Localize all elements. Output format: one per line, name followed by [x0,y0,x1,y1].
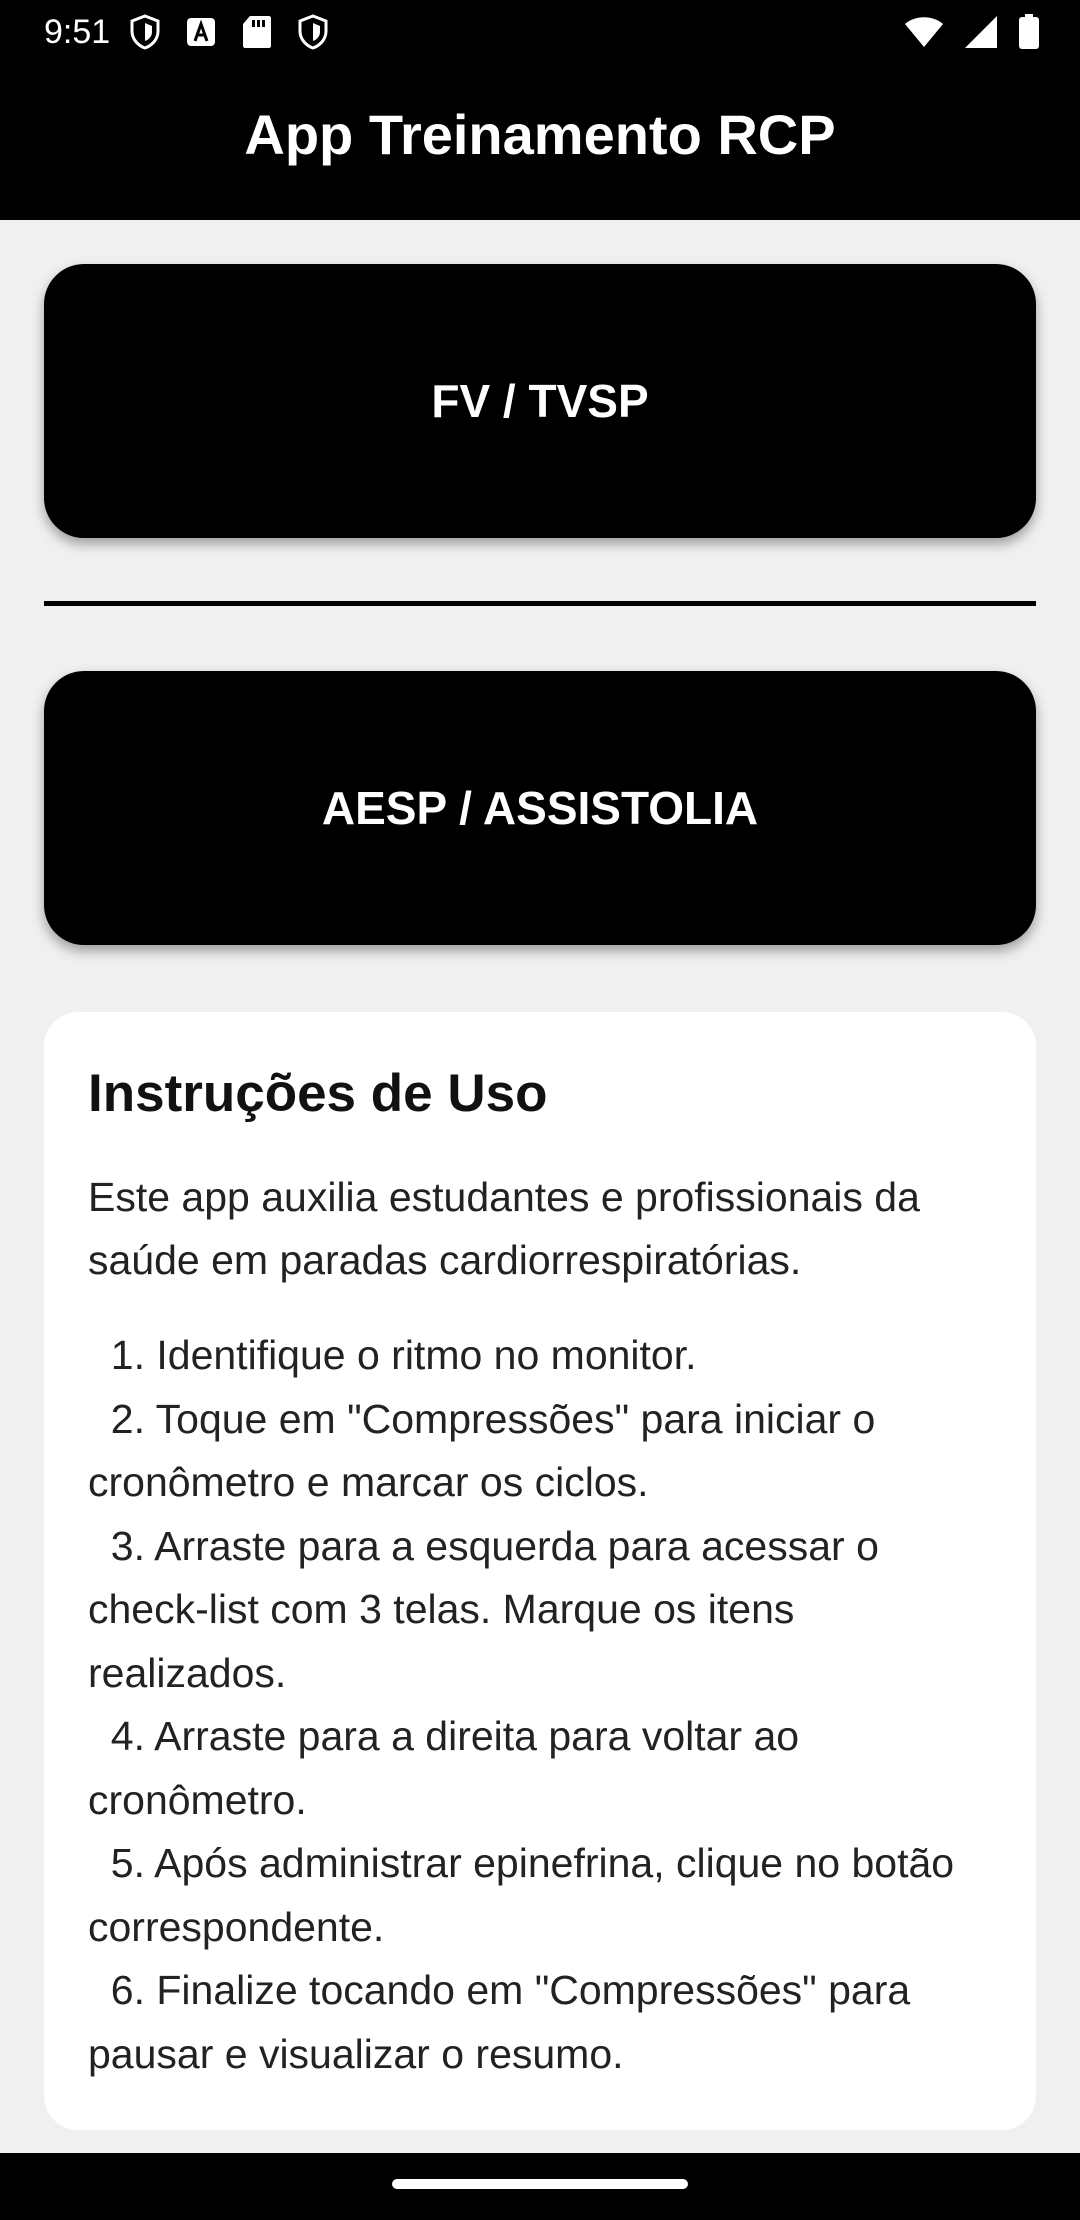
status-notification-icons [130,14,328,50]
shield-icon [298,14,328,50]
a-box-icon [186,17,216,47]
status-time: 9:51 [44,13,111,51]
instructions-card: Instruções de Uso Este app auxilia estud… [44,1012,1036,2130]
divider [44,601,1036,606]
instruction-step: 5. Após administrar epinefrina, clique n… [88,1840,966,1950]
instruction-step: 4. Arraste para a direita para voltar ao… [88,1713,811,1823]
instruction-step: 6. Finalize tocando em "Compressões" par… [88,1967,922,2077]
instructions-steps: 1. Identifique o ritmo no monitor. 2. To… [88,1324,992,2086]
wifi-icon [904,16,944,48]
instruction-step: 3. Arraste para a esquerda para acessar … [88,1522,891,1696]
app-bar: App Treinamento RCP [0,64,1080,220]
status-system-icons [904,14,1040,50]
fv-tvsp-button[interactable]: FV / TVSP [44,264,1036,538]
shield-icon [130,14,160,50]
screen: 9:51 App Treinamento RCP FV / TVSP AESP … [0,0,1080,2220]
cell-signal-icon [964,15,998,49]
sd-card-icon [242,15,272,49]
instructions-title: Instruções de Uso [88,1064,548,1123]
battery-icon [1018,14,1040,50]
instructions-intro: Este app auxilia estudantes e profission… [88,1174,920,1283]
navigation-bar [0,2153,1080,2220]
instruction-step: 2. Toque em "Compressões" para iniciar o… [88,1395,887,1506]
status-bar: 9:51 [0,0,1080,64]
aesp-assistolia-button[interactable]: AESP / ASSISTOLIA [44,671,1036,945]
home-gesture-handle[interactable] [392,2179,688,2189]
instruction-step: 1. Identifique o ritmo no monitor. [88,1332,697,1378]
app-title: App Treinamento RCP [244,102,836,166]
